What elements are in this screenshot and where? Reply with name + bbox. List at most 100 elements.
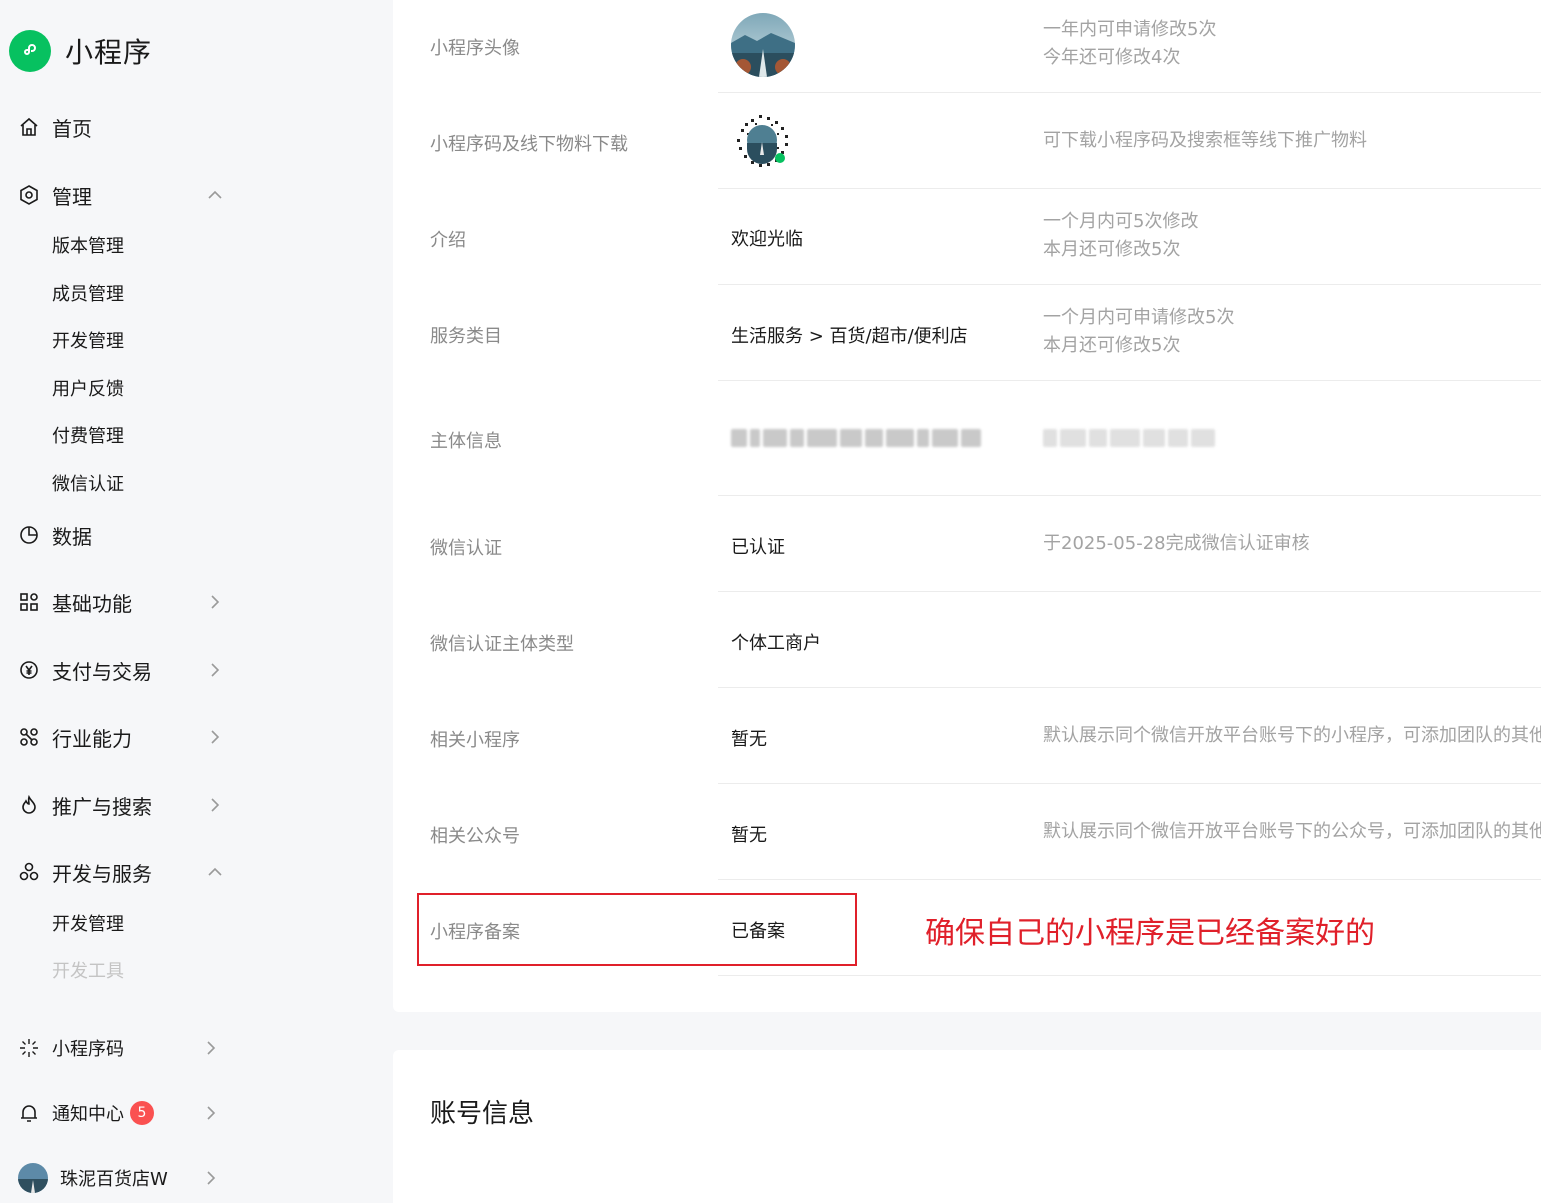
row-label: 服务类目 xyxy=(430,326,502,347)
info-row-subject: 主体信息 xyxy=(393,381,1541,496)
sidebar-item-label: 支付与交易 xyxy=(52,659,152,684)
pie-chart-icon xyxy=(18,524,40,546)
row-desc: 于2025-05-28完成微信认证审核 xyxy=(1043,533,1310,554)
sidebar-item-label: 行业能力 xyxy=(52,726,132,751)
row-label: 微信认证 xyxy=(430,538,502,559)
row-desc: 本月还可修改5次 xyxy=(1043,239,1181,260)
industry-icon xyxy=(18,726,40,748)
sidebar-subitem-version[interactable]: 版本管理 xyxy=(52,230,124,260)
avatar-image xyxy=(731,13,795,77)
chevron-right-icon xyxy=(207,1106,216,1120)
sidebar-item-industry[interactable]: 行业能力 xyxy=(18,717,233,757)
sidebar-subitem-wechat-cert[interactable]: 微信认证 xyxy=(52,468,124,498)
info-row-qrcode: 小程序码及线下物料下载 可下载小程序码及搜索框等线下推广物料 xyxy=(393,93,1541,189)
row-desc: 今年还可修改4次 xyxy=(1043,47,1181,68)
info-row-related-oa: 相关公众号 暂无 默认展示同个微信开放平台账号下的公众号，可添加团队的其他公 xyxy=(393,784,1541,880)
sidebar-item-payment[interactable]: 支付与交易 xyxy=(18,650,233,690)
info-row-category: 服务类目 生活服务 > 百货/超市/便利店 一个月内可申请修改5次 本月还可修改… xyxy=(393,285,1541,381)
chevron-right-icon xyxy=(207,1041,216,1055)
grid-icon xyxy=(18,591,40,613)
row-label: 微信认证主体类型 xyxy=(430,634,574,655)
bell-icon xyxy=(18,1102,40,1124)
info-row-cert-type: 微信认证主体类型 个体工商户 xyxy=(393,592,1541,688)
sidebar-subitem-payment-manage[interactable]: 付费管理 xyxy=(52,420,124,450)
row-value: 生活服务 > 百货/超市/便利店 xyxy=(731,326,968,347)
brand[interactable]: 小程序 xyxy=(9,30,152,72)
row-desc: 默认展示同个微信开放平台账号下的小程序，可添加团队的其他小 xyxy=(1043,725,1541,746)
chevron-up-icon xyxy=(208,867,222,876)
sidebar-item-data[interactable]: 数据 xyxy=(18,515,233,555)
sidebar-subitem-members[interactable]: 成员管理 xyxy=(52,278,124,308)
row-label: 小程序头像 xyxy=(430,38,520,59)
info-row-related-mp: 相关小程序 暂无 默认展示同个微信开放平台账号下的小程序，可添加团队的其他小 xyxy=(393,688,1541,784)
chevron-right-icon xyxy=(211,663,220,677)
sidebar-item-dev-service[interactable]: 开发与服务 xyxy=(18,852,233,892)
info-row-cert: 微信认证 已认证 于2025-05-28完成微信认证审核 xyxy=(393,496,1541,592)
flame-icon xyxy=(18,794,40,816)
qrcode-image xyxy=(732,110,792,170)
row-desc: 默认展示同个微信开放平台账号下的公众号，可添加团队的其他公 xyxy=(1043,821,1541,842)
sidebar-item-label: 小程序码 xyxy=(52,1039,124,1060)
sidebar-item-basic[interactable]: 基础功能 xyxy=(18,582,233,622)
sidebar-item-label: 开发与服务 xyxy=(52,861,152,886)
miniprogram-logo-icon xyxy=(9,30,51,72)
row-value: 暂无 xyxy=(731,729,767,750)
sidebar-item-home[interactable]: 首页 xyxy=(18,107,233,147)
sidebar-item-label: 推广与搜索 xyxy=(52,794,152,819)
settings-hex-icon xyxy=(18,184,40,206)
notification-badge: 5 xyxy=(130,1101,154,1125)
chevron-right-icon xyxy=(207,1171,216,1185)
sidebar-subitem-feedback[interactable]: 用户反馈 xyxy=(52,373,124,403)
row-value: 暂无 xyxy=(731,825,767,846)
account-avatar xyxy=(18,1163,48,1193)
row-desc: 一个月内可5次修改 xyxy=(1043,211,1199,232)
row-label: 相关公众号 xyxy=(430,826,520,847)
row-label: 小程序码及线下物料下载 xyxy=(430,134,628,155)
row-desc: 本月还可修改5次 xyxy=(1043,335,1181,356)
row-value: 个体工商户 xyxy=(731,633,821,654)
chevron-up-icon xyxy=(208,190,222,199)
row-desc: 一年内可申请修改5次 xyxy=(1043,19,1217,40)
sidebar-item-label: 首页 xyxy=(52,116,92,141)
miniprogram-qrcode[interactable] xyxy=(731,109,793,176)
basic-info-panel: 小程序头像 一年内可申请修改5次 今年还可修改4次 小程序码及线下物料下载 可下… xyxy=(393,0,1541,1012)
info-row-avatar: 小程序头像 一年内可申请修改5次 今年还可修改4次 xyxy=(393,0,1541,93)
highlight-box xyxy=(417,893,857,966)
cubes-icon xyxy=(18,861,40,883)
home-icon xyxy=(18,116,40,138)
chevron-right-icon xyxy=(211,730,220,744)
sparkle-icon xyxy=(18,1037,40,1059)
subject-desc-redacted xyxy=(1043,426,1221,450)
info-row-intro: 介绍 欢迎光临 一个月内可5次修改 本月还可修改5次 xyxy=(393,189,1541,285)
sidebar-item-label: 基础功能 xyxy=(52,591,132,616)
account-info-panel: 账号信息 xyxy=(393,1050,1541,1203)
miniprogram-avatar[interactable] xyxy=(731,13,795,77)
annotation-text: 确保自己的小程序是已经备案好的 xyxy=(925,916,1375,951)
account-name: 珠泥百货店W xyxy=(60,1169,168,1190)
sidebar-item-account[interactable]: 珠泥百货店W xyxy=(18,1158,233,1198)
brand-name: 小程序 xyxy=(65,36,153,69)
divider xyxy=(718,975,1541,976)
row-desc: 一个月内可申请修改5次 xyxy=(1043,307,1235,328)
sidebar-item-qrcode[interactable]: 小程序码 xyxy=(18,1028,233,1068)
row-value: 已认证 xyxy=(731,537,785,558)
sidebar-item-notify[interactable]: 通知中心 5 xyxy=(18,1093,233,1133)
sidebar-item-label: 数据 xyxy=(52,524,92,549)
chevron-right-icon xyxy=(211,595,220,609)
sidebar-item-promotion[interactable]: 推广与搜索 xyxy=(18,785,233,825)
sidebar-item-manage[interactable]: 管理 xyxy=(18,175,233,215)
row-label: 主体信息 xyxy=(430,431,502,452)
row-value: 欢迎光临 xyxy=(731,229,803,250)
row-label: 相关小程序 xyxy=(430,730,520,751)
sidebar: 小程序 首页 管理 版本管理 成员管理 开发管理 用户反馈 付费管理 微信认证 … xyxy=(0,0,393,1203)
sidebar-subitem-dev-manage[interactable]: 开发管理 xyxy=(52,325,124,355)
subject-name-redacted xyxy=(731,426,993,450)
section-title: 账号信息 xyxy=(430,1099,535,1129)
sidebar-subitem-dev-tools[interactable]: 开发工具 xyxy=(52,955,124,985)
yuan-icon xyxy=(18,659,40,681)
sidebar-subitem-dev-manage-2[interactable]: 开发管理 xyxy=(52,908,124,938)
sidebar-item-label: 管理 xyxy=(52,184,92,209)
row-label: 介绍 xyxy=(430,230,466,251)
sidebar-item-label: 通知中心 xyxy=(52,1104,124,1125)
row-desc: 可下载小程序码及搜索框等线下推广物料 xyxy=(1043,130,1367,151)
